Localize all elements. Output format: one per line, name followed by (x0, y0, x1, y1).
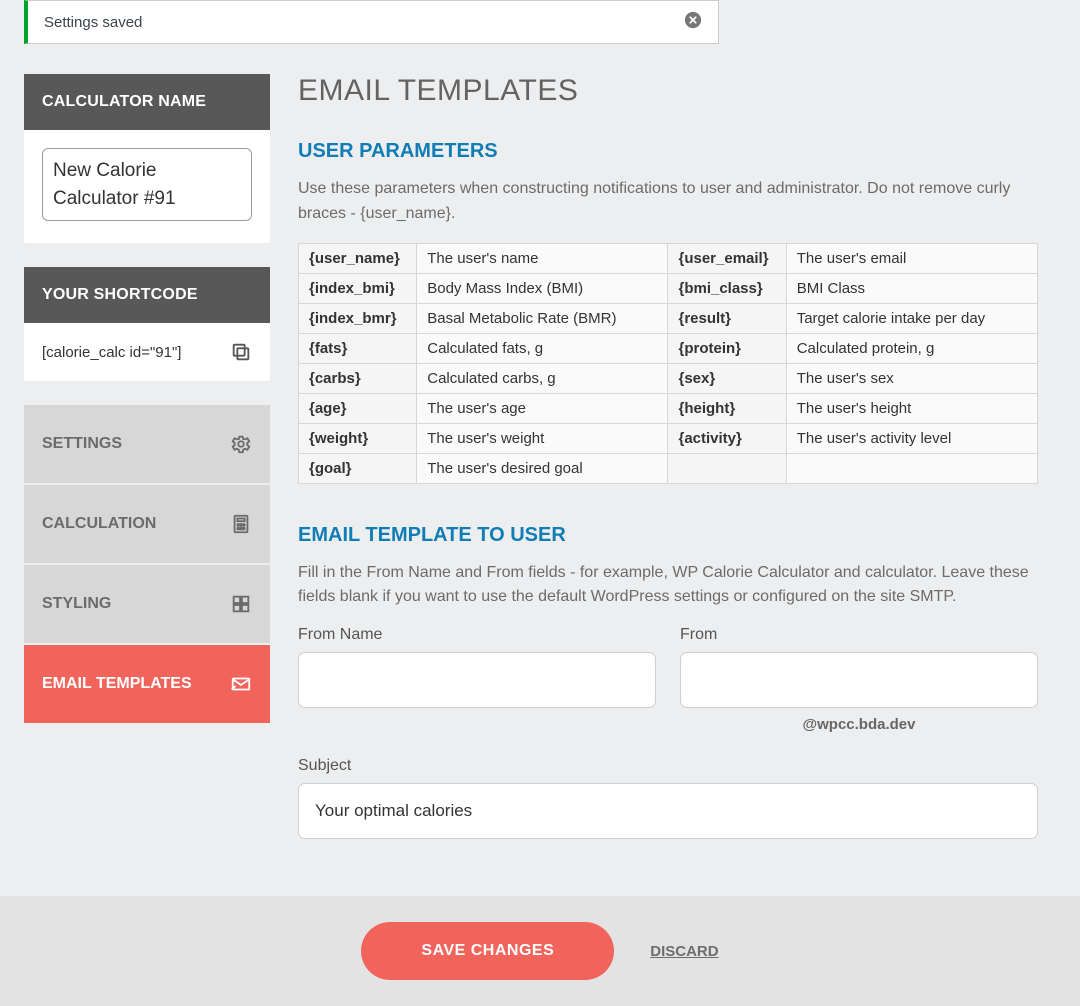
table-row: {weight}The user's weight{activity}The u… (299, 423, 1038, 453)
param-desc: Calculated protein, g (786, 333, 1037, 363)
table-row: {goal}The user's desired goal (299, 453, 1038, 483)
param-desc (786, 453, 1037, 483)
tab-label: STYLING (42, 595, 111, 613)
shortcode-card: YOUR SHORTCODE [calorie_calc id="91"] (24, 267, 270, 381)
param-key: {result} (668, 303, 786, 333)
gear-icon (230, 433, 252, 455)
param-key: {index_bmr} (299, 303, 417, 333)
table-row: {user_name}The user's name{user_email}Th… (299, 243, 1038, 273)
calc-name-input[interactable] (42, 148, 252, 221)
param-desc: Basal Metabolic Rate (BMR) (417, 303, 668, 333)
from-name-input[interactable] (298, 652, 656, 708)
param-key: {user_email} (668, 243, 786, 273)
table-row: {index_bmr}Basal Metabolic Rate (BMR){re… (299, 303, 1038, 333)
tab-email-templates[interactable]: EMAIL TEMPLATES (24, 645, 270, 723)
email-template-user-heading: EMAIL TEMPLATE TO USER (298, 524, 1038, 547)
param-key: {fats} (299, 333, 417, 363)
tab-settings[interactable]: SETTINGS (24, 405, 270, 483)
param-key: {age} (299, 393, 417, 423)
tab-calculation[interactable]: CALCULATION (24, 485, 270, 563)
param-desc: The user's desired goal (417, 453, 668, 483)
email-template-user-hint: Fill in the From Name and From fields - … (298, 561, 1038, 611)
page-title: EMAIL TEMPLATES (298, 74, 1038, 108)
from-input[interactable] (680, 652, 1038, 708)
table-row: {carbs}Calculated carbs, g{sex}The user'… (299, 363, 1038, 393)
table-row: {index_bmi}Body Mass Index (BMI){bmi_cla… (299, 273, 1038, 303)
param-key: {sex} (668, 363, 786, 393)
grid-icon (230, 593, 252, 615)
subject-input[interactable] (298, 783, 1038, 839)
user-parameters-hint: Use these parameters when constructing n… (298, 177, 1038, 227)
param-desc: The user's sex (786, 363, 1037, 393)
parameters-table: {user_name}The user's name{user_email}Th… (298, 243, 1038, 484)
param-desc: BMI Class (786, 273, 1037, 303)
footer-bar: SAVE CHANGES DISCARD (0, 896, 1080, 1006)
from-domain-helper: @wpcc.bda.dev (680, 716, 1038, 733)
settings-saved-notice: Settings saved (24, 0, 719, 44)
param-desc: The user's height (786, 393, 1037, 423)
param-desc: The user's name (417, 243, 668, 273)
calculator-name-card: CALCULATOR NAME (24, 74, 270, 243)
shortcode-value: [calorie_calc id="91"] (42, 344, 181, 361)
subject-label: Subject (298, 757, 1038, 775)
copy-icon[interactable] (230, 341, 252, 363)
param-key: {user_name} (299, 243, 417, 273)
save-button[interactable]: SAVE CHANGES (361, 922, 614, 980)
notice-text: Settings saved (44, 14, 142, 31)
param-desc: Calculated fats, g (417, 333, 668, 363)
settings-tabs: SETTINGS CALCULATION STYLING (24, 405, 270, 725)
table-row: {age}The user's age{height}The user's he… (299, 393, 1038, 423)
tab-label: EMAIL TEMPLATES (42, 675, 192, 693)
mail-icon (230, 673, 252, 695)
param-key: {index_bmi} (299, 273, 417, 303)
tab-styling[interactable]: STYLING (24, 565, 270, 643)
calculator-icon (230, 513, 252, 535)
param-key (668, 453, 786, 483)
from-name-label: From Name (298, 626, 656, 644)
param-key: {weight} (299, 423, 417, 453)
param-desc: The user's weight (417, 423, 668, 453)
param-key: {goal} (299, 453, 417, 483)
param-desc: Body Mass Index (BMI) (417, 273, 668, 303)
sidebar: CALCULATOR NAME YOUR SHORTCODE [calorie_… (24, 74, 270, 864)
param-key: {protein} (668, 333, 786, 363)
from-label: From (680, 626, 1038, 644)
close-icon[interactable] (684, 11, 702, 33)
param-key: {carbs} (299, 363, 417, 393)
param-desc: The user's activity level (786, 423, 1037, 453)
param-key: {activity} (668, 423, 786, 453)
user-parameters-heading: USER PARAMETERS (298, 140, 1038, 163)
tab-label: SETTINGS (42, 435, 122, 453)
discard-link[interactable]: DISCARD (650, 943, 718, 960)
table-row: {fats}Calculated fats, g{protein}Calcula… (299, 333, 1038, 363)
param-key: {bmi_class} (668, 273, 786, 303)
main-content[interactable]: EMAIL TEMPLATES USER PARAMETERS Use thes… (298, 74, 1056, 864)
param-key: {height} (668, 393, 786, 423)
param-desc: The user's age (417, 393, 668, 423)
shortcode-heading: YOUR SHORTCODE (24, 267, 270, 323)
param-desc: Calculated carbs, g (417, 363, 668, 393)
tab-label: CALCULATION (42, 515, 156, 533)
param-desc: The user's email (786, 243, 1037, 273)
calc-name-heading: CALCULATOR NAME (24, 74, 270, 130)
param-desc: Target calorie intake per day (786, 303, 1037, 333)
